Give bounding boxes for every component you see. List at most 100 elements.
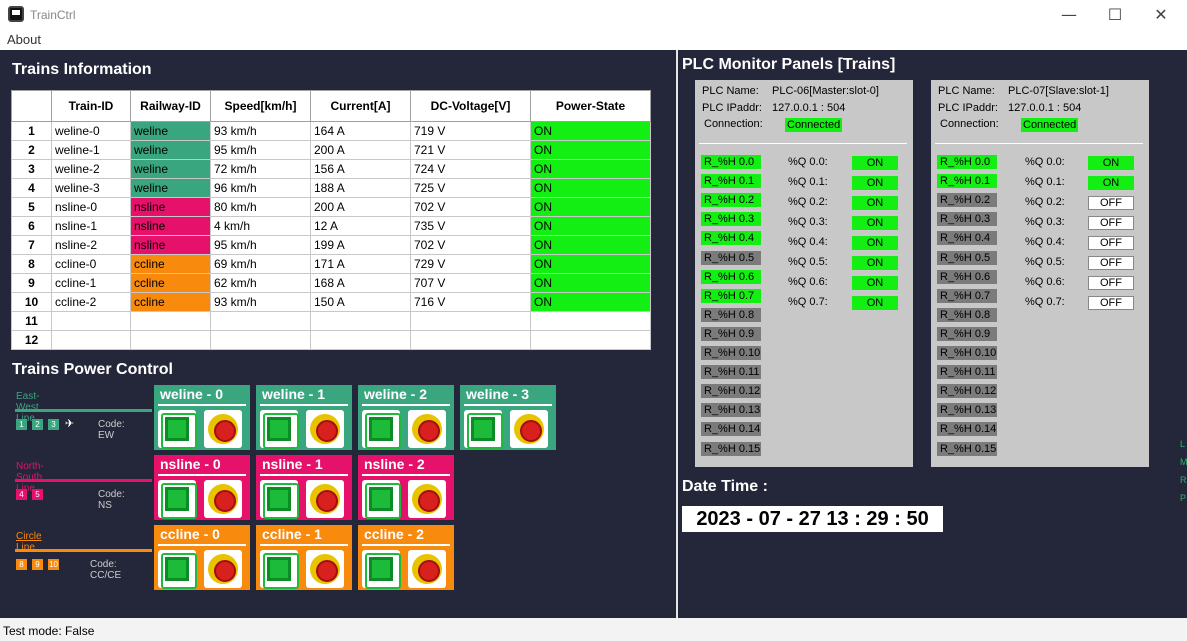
voltage-cell[interactable]: 721 V bbox=[410, 140, 531, 160]
current-cell[interactable] bbox=[310, 330, 411, 350]
coil-state[interactable]: OFF bbox=[1088, 256, 1134, 270]
power-off-button[interactable] bbox=[306, 410, 344, 448]
coil-state[interactable]: OFF bbox=[1088, 216, 1134, 230]
train-id-cell[interactable]: nsline-0 bbox=[51, 197, 131, 217]
coil-state[interactable]: ON bbox=[852, 156, 898, 170]
railway-id-cell[interactable]: ccline bbox=[130, 292, 211, 312]
coil-state[interactable]: OFF bbox=[1088, 196, 1134, 210]
menu-about[interactable]: About bbox=[7, 32, 41, 47]
speed-cell[interactable]: 4 km/h bbox=[210, 216, 311, 236]
train-id-cell[interactable]: weline-0 bbox=[51, 121, 131, 141]
power-on-button[interactable] bbox=[158, 550, 197, 589]
coil-state[interactable]: ON bbox=[852, 276, 898, 290]
voltage-cell[interactable]: 729 V bbox=[410, 254, 531, 274]
coil-state[interactable]: OFF bbox=[1088, 236, 1134, 250]
speed-cell[interactable] bbox=[210, 330, 311, 350]
row-number[interactable]: 7 bbox=[11, 235, 52, 255]
power-state-cell[interactable]: ON bbox=[530, 216, 651, 236]
power-off-button[interactable] bbox=[204, 410, 242, 448]
train-id-cell[interactable]: nsline-2 bbox=[51, 235, 131, 255]
railway-id-cell[interactable]: weline bbox=[130, 178, 211, 198]
current-cell[interactable]: 12 A bbox=[310, 216, 411, 236]
railway-id-cell[interactable]: ccline bbox=[130, 254, 211, 274]
table-row[interactable]: 1 weline-0 weline 93 km/h 164 A 719 V ON bbox=[11, 121, 651, 141]
power-on-button[interactable] bbox=[362, 410, 401, 449]
power-on-button[interactable] bbox=[260, 480, 299, 519]
power-state-cell[interactable]: ON bbox=[530, 235, 651, 255]
voltage-cell[interactable]: 716 V bbox=[410, 292, 531, 312]
table-row[interactable]: 6 nsline-1 nsline 4 km/h 12 A 735 V ON bbox=[11, 216, 651, 236]
current-cell[interactable]: 164 A bbox=[310, 121, 411, 141]
coil-state[interactable]: ON bbox=[852, 176, 898, 190]
table-row[interactable]: 10 ccline-2 ccline 93 km/h 150 A 716 V ON bbox=[11, 292, 651, 312]
train-id-cell[interactable]: ccline-1 bbox=[51, 273, 131, 293]
railway-id-cell[interactable]: ccline bbox=[130, 273, 211, 293]
power-on-button[interactable] bbox=[158, 480, 197, 519]
power-state-cell[interactable]: ON bbox=[530, 254, 651, 274]
speed-cell[interactable]: 96 km/h bbox=[210, 178, 311, 198]
voltage-cell[interactable]: 702 V bbox=[410, 197, 531, 217]
row-number[interactable]: 12 bbox=[11, 330, 52, 350]
row-number[interactable]: 9 bbox=[11, 273, 52, 293]
current-cell[interactable]: 199 A bbox=[310, 235, 411, 255]
power-state-cell[interactable]: ON bbox=[530, 292, 651, 312]
power-off-button[interactable] bbox=[408, 480, 446, 518]
speed-cell[interactable]: 80 km/h bbox=[210, 197, 311, 217]
speed-cell[interactable]: 95 km/h bbox=[210, 140, 311, 160]
voltage-cell[interactable]: 735 V bbox=[410, 216, 531, 236]
railway-id-cell[interactable]: weline bbox=[130, 140, 211, 160]
train-id-cell[interactable]: weline-2 bbox=[51, 159, 131, 179]
power-off-button[interactable] bbox=[204, 550, 242, 588]
railway-id-cell[interactable] bbox=[130, 330, 211, 350]
speed-cell[interactable]: 93 km/h bbox=[210, 292, 311, 312]
current-cell[interactable]: 200 A bbox=[310, 140, 411, 160]
power-state-cell[interactable]: ON bbox=[530, 273, 651, 293]
close-button[interactable]: ✕ bbox=[1138, 2, 1184, 28]
row-number[interactable]: 6 bbox=[11, 216, 52, 236]
coil-state[interactable]: ON bbox=[852, 236, 898, 250]
railway-id-cell[interactable] bbox=[130, 311, 211, 331]
railway-id-cell[interactable]: weline bbox=[130, 159, 211, 179]
speed-cell[interactable]: 72 km/h bbox=[210, 159, 311, 179]
power-state-cell[interactable]: ON bbox=[530, 140, 651, 160]
row-number[interactable]: 1 bbox=[11, 121, 52, 141]
power-on-button[interactable] bbox=[464, 410, 503, 449]
train-id-cell[interactable] bbox=[51, 311, 131, 331]
minimize-button[interactable]: — bbox=[1046, 2, 1092, 28]
railway-id-cell[interactable]: nsline bbox=[130, 216, 211, 236]
table-row[interactable]: 12 bbox=[11, 330, 651, 350]
power-state-cell[interactable]: ON bbox=[530, 178, 651, 198]
voltage-cell[interactable]: 719 V bbox=[410, 121, 531, 141]
maximize-button[interactable]: ☐ bbox=[1092, 2, 1138, 28]
power-state-cell[interactable] bbox=[530, 311, 651, 331]
current-cell[interactable]: 171 A bbox=[310, 254, 411, 274]
power-on-button[interactable] bbox=[158, 410, 197, 449]
coil-state[interactable]: OFF bbox=[1088, 296, 1134, 310]
coil-state[interactable]: ON bbox=[852, 196, 898, 210]
voltage-cell[interactable] bbox=[410, 311, 531, 331]
speed-cell[interactable]: 69 km/h bbox=[210, 254, 311, 274]
train-id-cell[interactable]: nsline-1 bbox=[51, 216, 131, 236]
table-row[interactable]: 4 weline-3 weline 96 km/h 188 A 725 V ON bbox=[11, 178, 651, 198]
row-number[interactable]: 10 bbox=[11, 292, 52, 312]
row-number[interactable]: 2 bbox=[11, 140, 52, 160]
train-id-cell[interactable]: ccline-0 bbox=[51, 254, 131, 274]
speed-cell[interactable]: 93 km/h bbox=[210, 121, 311, 141]
train-id-cell[interactable]: weline-3 bbox=[51, 178, 131, 198]
voltage-cell[interactable]: 725 V bbox=[410, 178, 531, 198]
power-off-button[interactable] bbox=[306, 480, 344, 518]
power-off-button[interactable] bbox=[408, 550, 446, 588]
speed-cell[interactable] bbox=[210, 311, 311, 331]
current-cell[interactable]: 168 A bbox=[310, 273, 411, 293]
row-number[interactable]: 8 bbox=[11, 254, 52, 274]
table-row[interactable]: 5 nsline-0 nsline 80 km/h 200 A 702 V ON bbox=[11, 197, 651, 217]
speed-cell[interactable]: 95 km/h bbox=[210, 235, 311, 255]
power-state-cell[interactable]: ON bbox=[530, 159, 651, 179]
power-off-button[interactable] bbox=[408, 410, 446, 448]
train-id-cell[interactable] bbox=[51, 330, 131, 350]
power-on-button[interactable] bbox=[362, 550, 401, 589]
current-cell[interactable] bbox=[310, 311, 411, 331]
power-state-cell[interactable]: ON bbox=[530, 121, 651, 141]
voltage-cell[interactable]: 724 V bbox=[410, 159, 531, 179]
table-row[interactable]: 7 nsline-2 nsline 95 km/h 199 A 702 V ON bbox=[11, 235, 651, 255]
